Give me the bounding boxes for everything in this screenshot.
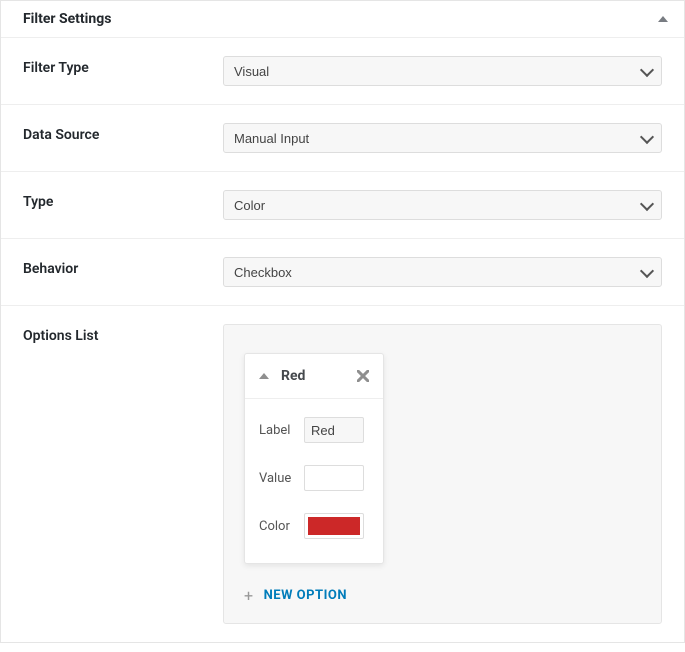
data-source-select[interactable]: Manual Input <box>223 123 662 153</box>
label-input[interactable] <box>304 417 364 443</box>
field-row-filter-type: Filter Type Visual <box>1 38 684 105</box>
option-field-label-text: Value <box>259 471 304 486</box>
field-label: Type <box>23 190 223 210</box>
field-control: Red Label Value <box>223 324 662 624</box>
field-label: Data Source <box>23 123 223 143</box>
panel-title: Filter Settings <box>23 11 111 27</box>
type-select[interactable]: Color <box>223 190 662 220</box>
option-field-label: Label <box>259 417 369 443</box>
option-header: Red <box>245 354 383 399</box>
field-row-options-list: Options List Red Label <box>1 306 684 642</box>
option-field-label-text: Color <box>259 519 304 534</box>
new-option-label: NEW OPTION <box>264 588 347 603</box>
field-control: Color <box>223 190 662 220</box>
field-label: Behavior <box>23 257 223 277</box>
filter-type-select[interactable]: Visual <box>223 56 662 86</box>
field-row-data-source: Data Source Manual Input <box>1 105 684 172</box>
value-input[interactable] <box>304 465 364 491</box>
chevron-up-icon[interactable] <box>259 373 269 379</box>
color-swatch <box>308 517 360 535</box>
field-control: Manual Input <box>223 123 662 153</box>
close-icon[interactable] <box>357 370 369 382</box>
collapse-icon[interactable] <box>658 16 668 22</box>
field-label: Options List <box>23 324 223 344</box>
color-picker[interactable] <box>304 513 364 539</box>
option-field-color: Color <box>259 513 369 539</box>
new-option-button[interactable]: + NEW OPTION <box>242 586 643 605</box>
filter-settings-panel: Filter Settings Filter Type Visual Data … <box>0 0 685 643</box>
options-box: Red Label Value <box>223 324 662 624</box>
plus-icon: + <box>244 586 254 605</box>
option-title: Red <box>281 368 357 384</box>
option-body: Label Value Color <box>245 399 383 563</box>
field-control: Checkbox <box>223 257 662 287</box>
behavior-select[interactable]: Checkbox <box>223 257 662 287</box>
field-control: Visual <box>223 56 662 86</box>
field-label: Filter Type <box>23 56 223 76</box>
option-card: Red Label Value <box>244 353 384 564</box>
option-field-label-text: Label <box>259 423 304 438</box>
field-row-behavior: Behavior Checkbox <box>1 239 684 306</box>
field-row-type: Type Color <box>1 172 684 239</box>
panel-header[interactable]: Filter Settings <box>1 1 684 38</box>
option-field-value: Value <box>259 465 369 491</box>
